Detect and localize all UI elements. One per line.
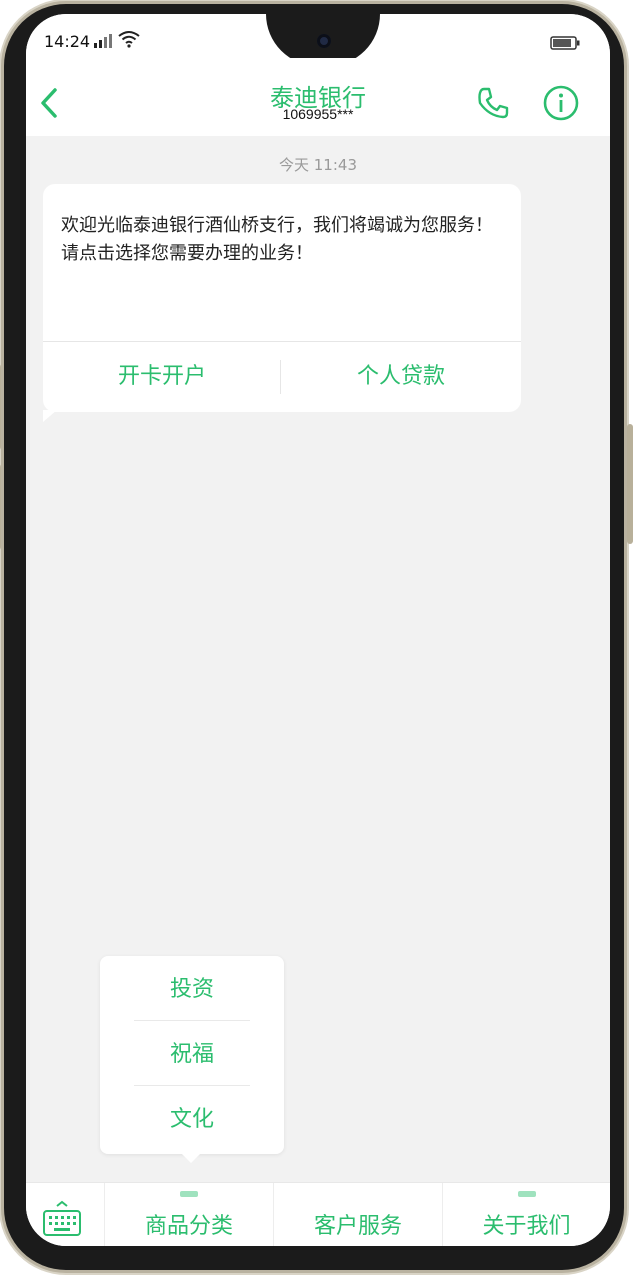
keyboard-toggle-button[interactable] <box>26 1183 105 1246</box>
contact-number: 1069955*** <box>282 106 354 122</box>
menu-label: 客户服务 <box>313 1214 402 1239</box>
submenu-item-blessing[interactable]: 祝福 <box>100 1023 284 1087</box>
chat-header: 泰迪银行 1069955*** <box>26 58 610 136</box>
personal-loan-button[interactable]: 个人贷款 <box>281 342 521 412</box>
divider <box>134 1085 250 1086</box>
bubble-tail <box>43 410 57 422</box>
submenu-popup: 投资 祝福 文化 <box>100 956 284 1163</box>
phone-side-button <box>0 364 1 450</box>
popup-arrow <box>182 1154 200 1163</box>
divider <box>134 1020 250 1021</box>
menu-indicator <box>180 1191 198 1197</box>
bottom-menu-bar: 商品分类 客户服务 关于我们 <box>26 1182 610 1246</box>
submenu-item-culture[interactable]: 文化 <box>100 1088 284 1152</box>
status-time: 14:24 <box>44 32 91 51</box>
menu-label: 商品分类 <box>144 1214 233 1239</box>
menu-customer-service[interactable]: 客户服务 <box>274 1183 443 1246</box>
menu-indicator <box>517 1191 536 1197</box>
submenu-item-investment[interactable]: 投资 <box>100 958 284 1022</box>
menu-about-us[interactable]: 关于我们 <box>443 1183 610 1246</box>
phone-side-button <box>0 464 1 550</box>
battery-icon <box>550 36 580 50</box>
wifi-icon <box>118 31 140 48</box>
camera-icon <box>317 34 331 48</box>
phone-frame: 14:24 泰迪银行 1069955*** 今天 11:43 欢迎光临泰迪银行酒… <box>0 4 633 1270</box>
signal-icon <box>94 34 112 48</box>
message-timestamp: 今天 11:43 <box>279 156 357 174</box>
screen: 14:24 泰迪银行 1069955*** 今天 11:43 欢迎光临泰迪银行酒… <box>26 14 610 1246</box>
menu-product-categories[interactable]: 商品分类 <box>105 1183 274 1246</box>
phone-side-button <box>627 424 633 544</box>
keyboard-icon <box>43 1200 81 1236</box>
menu-label: 关于我们 <box>482 1214 571 1239</box>
message-text: 欢迎光临泰迪银行酒仙桥支行，我们将竭诚为您服务！ 请点击选择您需要办理的业务！ <box>61 215 493 264</box>
phone-icon[interactable] <box>476 86 510 120</box>
message-bubble: 欢迎光临泰迪银行酒仙桥支行，我们将竭诚为您服务！ 请点击选择您需要办理的业务！ … <box>43 184 521 422</box>
open-account-button[interactable]: 开卡开户 <box>43 342 281 412</box>
info-icon[interactable] <box>542 84 580 122</box>
